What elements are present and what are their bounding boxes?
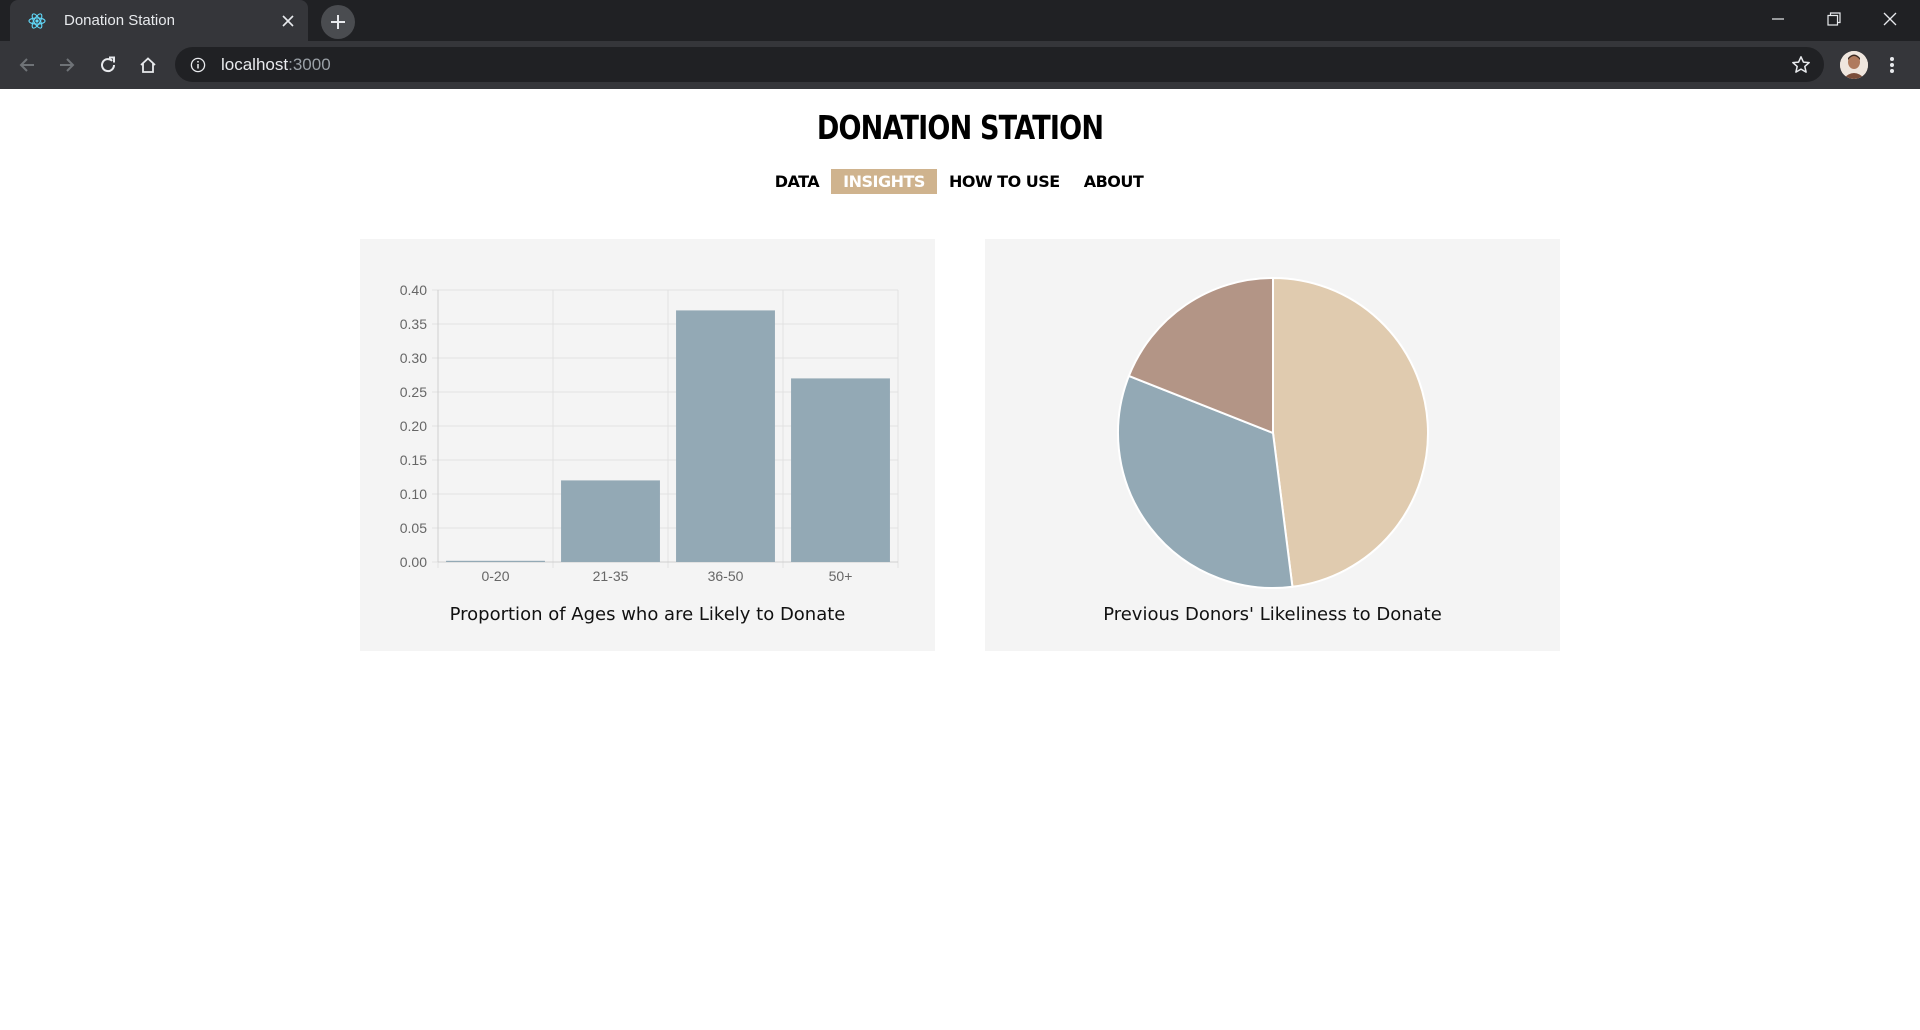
forward-button[interactable] [51, 49, 83, 81]
close-icon [1883, 12, 1897, 26]
y-tick-label: 0.05 [400, 520, 427, 536]
y-tick-label: 0.25 [400, 384, 427, 400]
x-tick-label: 50+ [829, 568, 853, 584]
bar-21-35[interactable] [561, 480, 660, 562]
nav-how-to-use[interactable]: HOW TO USE [937, 169, 1072, 194]
bookmark-star-icon[interactable] [1790, 54, 1812, 76]
close-window-button[interactable] [1862, 0, 1918, 38]
home-button[interactable] [132, 49, 164, 81]
bar-chart-caption: Proportion of Ages who are Likely to Don… [449, 604, 846, 625]
y-tick-label: 0.10 [400, 486, 427, 502]
age-proportion-card: 0.40 0.35 0.30 0.25 0.20 0.15 0.10 0.05 0.00 0-20… [360, 239, 935, 651]
pie-slice-0[interactable] [1272, 276, 1430, 588]
bar-50+[interactable] [791, 378, 890, 562]
donor-likeliness-card: Previous Donors' Likeliness to Donate [985, 239, 1560, 651]
site-title: DONATION STATION [816, 108, 1104, 147]
bar-0-20[interactable] [446, 560, 545, 562]
y-tick-label: 0.40 [400, 282, 427, 298]
browser-toolbar: localhost:3000 [0, 41, 1920, 89]
plus-icon [331, 15, 345, 29]
nav-insights[interactable]: INSIGHTS [831, 169, 937, 194]
y-tick-label: 0.15 [400, 452, 427, 468]
y-tick-label: 0.00 [400, 554, 427, 570]
profile-avatar[interactable] [1840, 51, 1868, 79]
donor-likeliness-pie-chart [1117, 276, 1430, 589]
url-host: localhost [221, 54, 289, 74]
address-bar[interactable]: localhost:3000 [175, 47, 1824, 82]
home-icon [140, 57, 156, 73]
reload-button[interactable] [92, 49, 124, 81]
minimize-button[interactable] [1750, 0, 1806, 38]
nav-data[interactable]: DATA [763, 169, 831, 194]
url-text: localhost:3000 [221, 55, 331, 75]
restore-button[interactable] [1806, 0, 1862, 38]
x-tick-label: 0-20 [481, 568, 509, 584]
info-icon[interactable] [189, 56, 207, 74]
age-proportion-bar-chart: 0.40 0.35 0.30 0.25 0.20 0.15 0.10 0.05 0.00 0-20… [400, 282, 899, 584]
browser-tab-strip: Donation Station [0, 0, 1920, 41]
x-tick-label: 21-35 [593, 568, 629, 584]
close-tab-icon[interactable] [278, 11, 298, 31]
y-tick-label: 0.30 [400, 350, 427, 366]
nav-about[interactable]: ABOUT [1072, 169, 1156, 194]
arrow-right-icon [60, 58, 75, 72]
y-tick-label: 0.35 [400, 316, 427, 332]
react-icon [28, 12, 46, 30]
main-nav: DATA INSIGHTS HOW TO USE ABOUT [0, 169, 1919, 194]
new-tab-button[interactable] [321, 5, 355, 39]
bar-36-50[interactable] [676, 310, 775, 562]
browser-tab[interactable]: Donation Station [10, 0, 308, 41]
restore-icon [1827, 12, 1841, 26]
tab-title: Donation Station [64, 12, 175, 29]
arrow-left-icon [19, 58, 34, 72]
y-tick-label: 0.20 [400, 418, 427, 434]
back-button[interactable] [11, 49, 43, 81]
x-tick-label: 36-50 [708, 568, 744, 584]
browser-menu-button[interactable] [1880, 53, 1904, 77]
minimize-icon [1772, 18, 1784, 20]
url-port: :3000 [288, 54, 331, 74]
pie-chart-caption: Previous Donors' Likeliness to Donate [1103, 604, 1442, 625]
more-vert-icon [1890, 57, 1894, 73]
reload-icon [101, 56, 116, 73]
